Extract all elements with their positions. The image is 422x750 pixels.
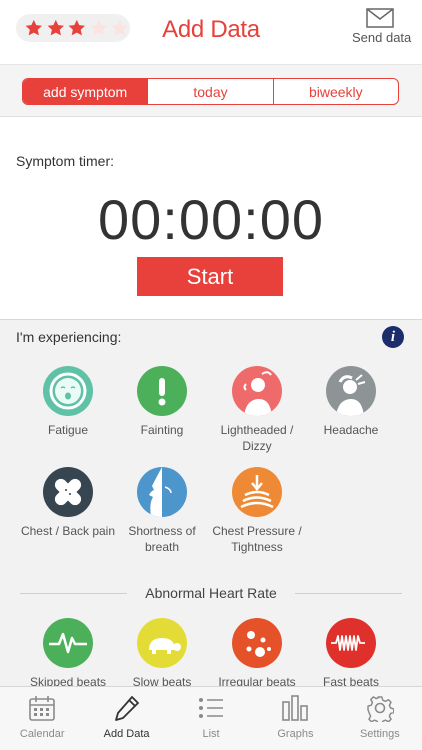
nav-label: Graphs bbox=[277, 728, 314, 740]
symptom-label: Chest Pressure / Tightness bbox=[212, 524, 302, 554]
symptom-fainting[interactable]: Fainting bbox=[112, 366, 212, 438]
symptom-label: Headache bbox=[323, 423, 379, 437]
symptom-label: Shortness of breath bbox=[128, 524, 196, 554]
abnormal-heart-rate-divider: Abnormal Heart Rate bbox=[20, 584, 403, 602]
section-heading: Abnormal Heart Rate bbox=[145, 585, 277, 601]
bandage-icon bbox=[43, 467, 93, 517]
list-icon bbox=[199, 698, 224, 718]
bar-graph-icon bbox=[282, 695, 309, 721]
symptom-label: Lightheaded / Dizzy bbox=[220, 423, 294, 453]
fainting-icon bbox=[137, 366, 187, 416]
dizzy-icon bbox=[232, 366, 282, 416]
timer-display: 00:00:00 bbox=[98, 188, 324, 251]
envelope-icon bbox=[366, 8, 394, 28]
nav-settings[interactable]: Settings bbox=[338, 687, 422, 750]
symptom-fatigue[interactable]: Fatigue bbox=[18, 366, 118, 438]
calendar-icon bbox=[29, 696, 56, 721]
gear-icon bbox=[367, 696, 394, 722]
symptom-label: Fatigue bbox=[47, 423, 89, 437]
symptom-slow-beats[interactable]: Slow beats bbox=[112, 618, 212, 690]
symptom-irregular-beats[interactable]: Irregular beats bbox=[207, 618, 307, 690]
tab-bar-container: add symptom today biweekly bbox=[0, 64, 422, 116]
nav-list[interactable]: List bbox=[169, 687, 253, 750]
segmented-control: add symptom today biweekly bbox=[22, 78, 399, 105]
divider-line bbox=[20, 592, 128, 594]
nav-label: Add Data bbox=[103, 728, 150, 740]
nav-calendar[interactable]: Calendar bbox=[0, 687, 84, 750]
breath-icon bbox=[137, 467, 187, 517]
divider-line bbox=[294, 592, 403, 594]
symptom-timer-panel: Symptom timer: 00:00:00 Start bbox=[0, 116, 422, 320]
experiencing-label: I'm experiencing: bbox=[16, 329, 122, 345]
bottom-tab-bar: Calendar Add Data List Graphs Settings bbox=[0, 686, 422, 750]
tab-today[interactable]: today bbox=[147, 79, 272, 104]
nav-label: Calendar bbox=[19, 728, 65, 740]
info-icon[interactable]: i bbox=[382, 326, 404, 348]
headache-icon bbox=[326, 366, 376, 416]
symptom-chest-pressure[interactable]: Chest Pressure / Tightness bbox=[207, 467, 307, 555]
tab-biweekly[interactable]: biweekly bbox=[272, 79, 398, 104]
chest-pressure-icon bbox=[232, 467, 282, 517]
send-data-label: Send data bbox=[352, 30, 412, 45]
nav-add-data[interactable]: Add Data bbox=[84, 687, 168, 750]
symptom-shortness-of-breath[interactable]: Shortness of breath bbox=[112, 467, 212, 555]
send-data-button[interactable]: Send data bbox=[352, 8, 412, 45]
symptom-lightheaded-dizzy[interactable]: Lightheaded / Dizzy bbox=[207, 366, 307, 454]
fast-beats-icon bbox=[326, 618, 376, 668]
pencil-icon bbox=[114, 696, 139, 721]
nav-graphs[interactable]: Graphs bbox=[253, 687, 337, 750]
tab-add-symptom[interactable]: add symptom bbox=[23, 79, 148, 104]
symptom-headache[interactable]: Headache bbox=[301, 366, 401, 438]
symptom-chest-back-pain[interactable]: Chest / Back pain bbox=[18, 467, 118, 539]
nav-label: List bbox=[202, 728, 220, 740]
symptom-label: Fainting bbox=[140, 423, 184, 437]
skipped-beats-icon bbox=[43, 618, 93, 668]
irregular-beats-icon bbox=[232, 618, 282, 668]
symptom-fast-beats[interactable]: Fast beats bbox=[301, 618, 401, 690]
nav-label: Settings bbox=[359, 728, 400, 740]
timer-label: Symptom timer: bbox=[16, 153, 115, 169]
fatigue-icon bbox=[43, 366, 93, 416]
start-button[interactable]: Start bbox=[137, 257, 283, 296]
header: Add Data Send data bbox=[0, 0, 422, 64]
symptom-skipped-beats[interactable]: Skipped beats bbox=[18, 618, 118, 690]
symptom-label: Chest / Back pain bbox=[20, 524, 116, 538]
turtle-icon bbox=[137, 618, 187, 668]
